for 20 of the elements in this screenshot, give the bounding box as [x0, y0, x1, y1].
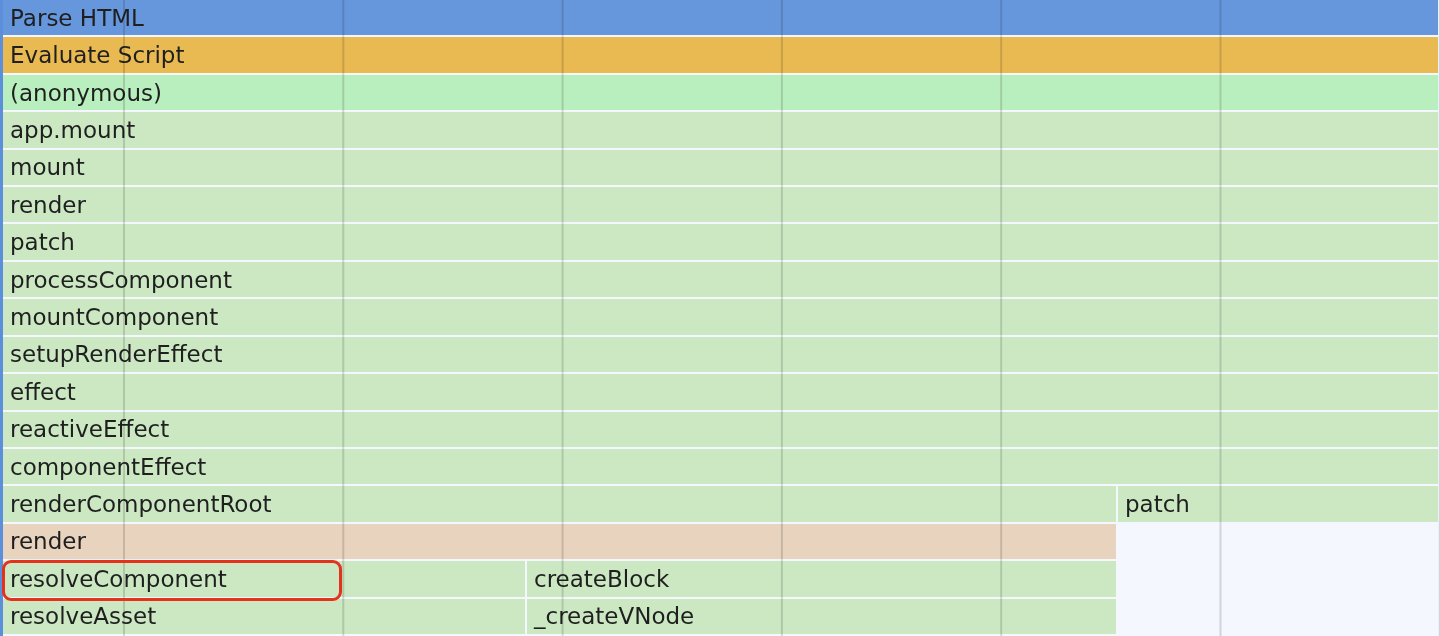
function-bar[interactable]: componentEffect [3, 448, 1438, 485]
function-bar[interactable]: renderComponentRoot [3, 486, 1116, 522]
function-bar[interactable]: mountComponent [3, 299, 1438, 335]
function-bar[interactable]: render [3, 187, 1438, 223]
function-bar[interactable]: Evaluate Script [3, 37, 1438, 73]
function-bar[interactable]: resolveComponent [3, 561, 525, 597]
function-bar[interactable]: patch [3, 224, 1438, 260]
function-bar[interactable]: createBlock [527, 561, 1116, 597]
function-bar[interactable]: _createVNode [527, 598, 1116, 634]
function-bar[interactable]: mount [3, 149, 1438, 186]
function-bar[interactable]: effect [3, 374, 1438, 410]
function-bar[interactable]: render [3, 523, 1116, 560]
function-bar[interactable]: reactiveEffect [3, 411, 1438, 447]
function-bar[interactable]: Parse HTML [3, 0, 1438, 36]
function-bar[interactable]: setupRenderEffect [3, 336, 1438, 373]
function-bar[interactable]: processComponent [3, 261, 1438, 298]
function-bar[interactable]: (anonymous) [3, 74, 1438, 111]
function-bar[interactable]: resolveAsset [3, 598, 525, 634]
function-bar[interactable]: app.mount [3, 112, 1438, 148]
function-bar[interactable]: patch [1118, 486, 1438, 522]
